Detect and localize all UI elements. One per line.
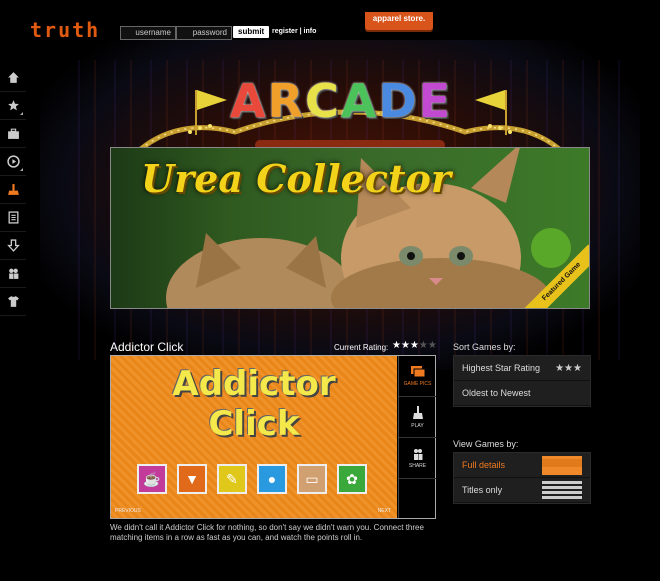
game-screenshot[interactable]: Addictor Click ☕ ▼ ✎ ● ▭ ✿ PREVIOUS NEXT xyxy=(111,356,397,518)
game-preview-box: Addictor Click ☕ ▼ ✎ ● ▭ ✿ PREVIOUS NEXT GAME… xyxy=(110,355,436,519)
featured-game-title: Urea Collector xyxy=(141,156,451,201)
full-details-icon xyxy=(542,455,582,475)
arcade-letter: C xyxy=(305,74,341,128)
expand-arrow-icon xyxy=(20,168,23,171)
briefcase-icon xyxy=(7,128,19,139)
star-icon xyxy=(7,100,19,111)
sidebar-item-video[interactable] xyxy=(0,148,26,176)
arcade-letter: A xyxy=(230,74,268,128)
game-side-menu: GAME PICS PLAY SHARE xyxy=(398,356,436,518)
broom-icon xyxy=(7,184,19,195)
download-arrow-icon xyxy=(6,239,20,252)
sort-oldest-to-newest[interactable]: Oldest to Newest xyxy=(454,381,590,406)
people-icon xyxy=(413,448,422,460)
rating-label: Current Rating: xyxy=(334,343,389,352)
sort-option-label: Highest Star Rating xyxy=(462,363,541,373)
view-heading: View Games by: xyxy=(453,439,519,449)
sidebar-item-favorites[interactable] xyxy=(0,92,26,120)
apparel-store-button[interactable]: apparel store. xyxy=(365,12,433,30)
sort-option-label: Oldest to Newest xyxy=(462,388,531,398)
titles-only-icon xyxy=(542,481,582,499)
arcade-letter: R xyxy=(267,74,306,128)
rating-star-icon[interactable]: ★ xyxy=(410,340,419,351)
view-option-label: Titles only xyxy=(462,485,503,495)
star-rating-icon: ★★★ xyxy=(555,362,582,374)
arcade-letter: D xyxy=(378,74,419,128)
share-label: SHARE xyxy=(408,462,427,469)
rating-star-icon[interactable]: ★ xyxy=(419,340,428,351)
previous-button[interactable]: PREVIOUS xyxy=(115,508,141,514)
username-field[interactable]: username xyxy=(120,26,176,40)
view-titles-only[interactable]: Titles only xyxy=(454,478,590,503)
carousel-dots[interactable] xyxy=(248,509,258,518)
submit-button[interactable]: submit xyxy=(233,26,270,38)
password-field[interactable]: password xyxy=(176,26,232,40)
view-full-details[interactable]: Full details xyxy=(454,453,590,478)
game-title: Addictor Click xyxy=(110,340,184,354)
tshirt-icon xyxy=(7,296,19,307)
broom-icon xyxy=(412,405,423,419)
rating-stars[interactable]: ★★★★★ xyxy=(392,340,437,351)
game-description: We didn't call it Addictor Click for not… xyxy=(110,523,424,542)
arcade-letter: A xyxy=(340,74,379,128)
basket-icon: ✿ xyxy=(337,464,367,494)
sidebar-item-briefcase[interactable] xyxy=(0,120,26,148)
photos-icon xyxy=(410,365,425,377)
play-icon xyxy=(6,155,20,168)
bread-icon: ▭ xyxy=(297,464,327,494)
share-button[interactable]: SHARE xyxy=(399,438,436,479)
carrot-icon: ▼ xyxy=(177,464,207,494)
arcade-letter: E xyxy=(418,74,453,128)
home-icon xyxy=(7,72,19,83)
sidebar-item-arcade[interactable] xyxy=(0,176,26,204)
arcade-title: ARCADE xyxy=(230,74,452,128)
rating-star-icon[interactable]: ★ xyxy=(392,340,401,351)
view-panel: Full details Titles only xyxy=(453,452,591,504)
play-button[interactable]: PLAY xyxy=(399,397,436,438)
sidebar-item-articles[interactable] xyxy=(0,204,26,232)
truth-logo[interactable]: truth xyxy=(30,18,100,42)
rating-star-icon[interactable]: ★ xyxy=(428,340,437,351)
pencil-icon: ✎ xyxy=(217,464,247,494)
sidebar-item-community[interactable] xyxy=(0,260,26,288)
screenshot-title-line1: Addictor xyxy=(172,364,336,404)
arcade-title-text: ARCADE xyxy=(230,74,452,128)
people-icon xyxy=(8,268,18,279)
sidebar-item-apparel[interactable] xyxy=(0,288,26,316)
sort-heading: Sort Games by: xyxy=(453,342,516,352)
document-icon xyxy=(8,211,18,224)
view-option-label: Full details xyxy=(462,460,506,470)
featured-game-banner[interactable]: Urea Collector Featured Game xyxy=(110,147,590,309)
sidebar-nav xyxy=(0,64,26,316)
game-pics-label: GAME PICS xyxy=(403,380,432,387)
cup-icon: ☕ xyxy=(137,464,167,494)
circles-icon: ● xyxy=(257,464,287,494)
screenshot-title-line2: Click xyxy=(208,404,300,444)
next-button[interactable]: NEXT xyxy=(378,508,391,514)
sidebar-item-home[interactable] xyxy=(0,64,26,92)
sort-highest-star-rating[interactable]: Highest Star Rating ★★★ xyxy=(454,356,590,381)
sidebar-item-downloads[interactable] xyxy=(0,232,26,260)
game-pics-button[interactable]: GAME PICS xyxy=(399,356,436,397)
play-label: PLAY xyxy=(411,422,424,429)
register-info-links[interactable]: register | info xyxy=(272,28,316,35)
sort-panel: Highest Star Rating ★★★ Oldest to Newest xyxy=(453,355,591,407)
expand-arrow-icon xyxy=(20,112,23,115)
rating-star-icon[interactable]: ★ xyxy=(401,340,410,351)
